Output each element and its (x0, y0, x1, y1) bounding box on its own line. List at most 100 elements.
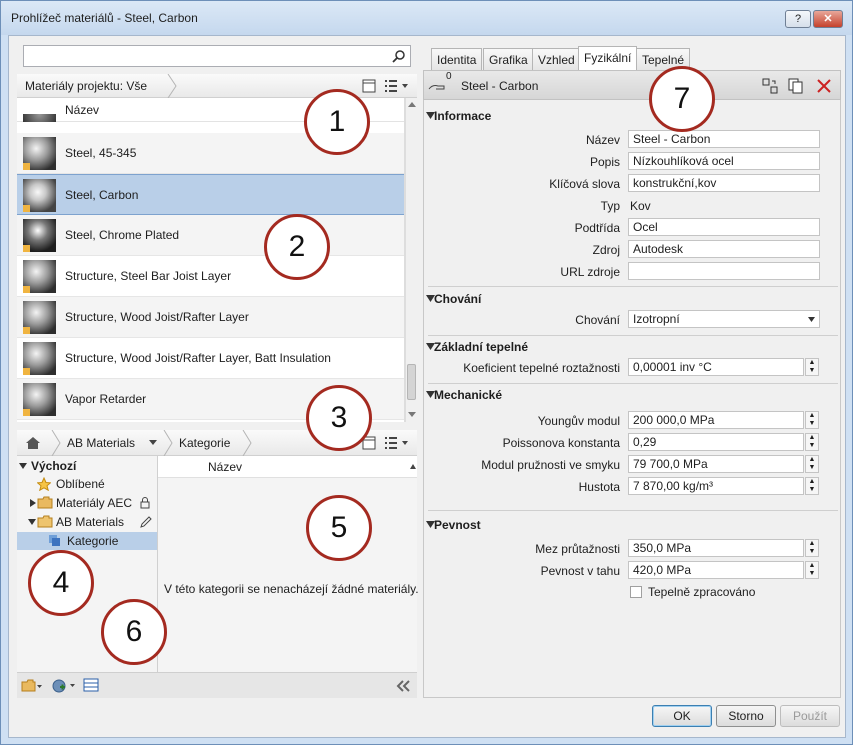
expand-arrow-icon[interactable] (28, 519, 36, 525)
tab-physical[interactable]: Fyzikální (578, 46, 638, 71)
keywords-field[interactable]: konstrukční,kov (628, 174, 820, 192)
library-badge-icon (23, 286, 30, 293)
scroll-up-icon[interactable] (408, 101, 416, 107)
tab-identity[interactable]: Identita (431, 48, 483, 70)
folder-open-icon (37, 515, 53, 528)
project-materials-dropdown[interactable]: Materiály projektu: Vše (25, 79, 147, 93)
tree-item-category[interactable]: Kategorie (67, 534, 118, 548)
section-divider (428, 510, 838, 511)
list-item[interactable]: Structure, Steel Bar Joist Layer (17, 256, 404, 297)
view-options-icon[interactable] (384, 436, 410, 450)
list-item-selected[interactable]: Steel, Carbon (17, 174, 404, 215)
category-contents: Název V této kategorii se nenacházejí žá… (158, 456, 419, 672)
poisson-ratio-stepper[interactable]: ▲ ▼ (805, 433, 819, 451)
pencil-icon[interactable] (139, 515, 153, 529)
tree-item-aec-materials[interactable]: Materiály AEC (56, 496, 132, 510)
close-window-button[interactable]: ✕ (813, 10, 843, 28)
section-divider (428, 335, 838, 336)
expand-arrow-icon[interactable] (19, 463, 27, 469)
section-title-behavior[interactable]: Chování (434, 292, 481, 306)
material-name: Steel, 45-345 (65, 146, 137, 160)
density-stepper[interactable]: ▲ ▼ (805, 477, 819, 495)
material-thumbnail (23, 301, 56, 334)
duplicate-asset-icon[interactable] (788, 78, 804, 94)
editor-toggle-icon[interactable] (83, 678, 99, 692)
breadcrumb-ab-materials[interactable]: AB Materials (67, 436, 135, 450)
shear-modulus-field[interactable]: 79 700,0 MPa (628, 455, 804, 473)
breadcrumb-separator-icon (242, 430, 252, 456)
library-footer-toolbar (17, 672, 417, 698)
subclass-field[interactable]: Ocel (628, 218, 820, 236)
collapse-arrow-icon[interactable] (30, 499, 36, 507)
source-url-field[interactable] (628, 262, 820, 280)
ok-button[interactable]: OK (652, 705, 712, 727)
callout-4: 4 (28, 550, 94, 616)
cancel-button[interactable]: Storno (716, 705, 776, 727)
material-thumbnail (23, 383, 56, 416)
view-options-icon[interactable] (384, 79, 410, 93)
list-item[interactable]: Steel, Chrome Plated (17, 215, 404, 256)
library-badge-icon (23, 163, 30, 170)
chevron-down-icon[interactable] (808, 317, 815, 322)
yield-strength-field[interactable]: 350,0 MPa (628, 539, 804, 557)
panel-toggle-icon[interactable] (362, 79, 376, 93)
section-title-strength[interactable]: Pevnost (434, 518, 481, 532)
heat-treated-checkbox[interactable] (630, 586, 642, 598)
sort-arrow-icon (410, 464, 416, 469)
thermal-expansion-stepper[interactable]: ▲ ▼ (805, 358, 819, 376)
title-bar[interactable]: Prohlížeč materiálů - Steel, Carbon ? ✕ (1, 1, 852, 35)
help-button[interactable]: ? (785, 10, 811, 28)
search-icon[interactable] (392, 49, 406, 63)
tensile-strength-field[interactable]: 420,0 MPa (628, 561, 804, 579)
label-poisson-ratio: Poissonova konstanta (502, 436, 620, 450)
label-youngs-modulus: Youngův modul (537, 414, 620, 428)
youngs-modulus-stepper[interactable]: ▲ ▼ (805, 411, 819, 429)
scrollbar-thumb[interactable] (407, 364, 416, 400)
search-input[interactable] (23, 45, 411, 67)
library-badge-icon (23, 245, 30, 252)
type-value: Kov (630, 199, 651, 213)
chevron-down-icon[interactable] (149, 440, 157, 446)
delete-asset-icon[interactable] (816, 78, 832, 94)
tree-item-ab-materials[interactable]: AB Materials (56, 515, 124, 529)
yield-strength-stepper[interactable]: ▲ ▼ (805, 539, 819, 557)
window-title: Prohlížeč materiálů - Steel, Carbon (11, 11, 198, 25)
column-header-name[interactable]: Název (65, 103, 99, 117)
label-name: Název (585, 133, 620, 147)
material-name: Structure, Wood Joist/Rafter Layer, Batt… (65, 351, 331, 365)
behavior-select[interactable]: Izotropní (628, 310, 820, 328)
list-item[interactable]: Structure, Wood Joist/Rafter Layer, Batt… (17, 338, 404, 379)
collapse-panel-icon[interactable] (395, 680, 411, 692)
list-item[interactable]: Structure, Wood Joist/Rafter Layer (17, 297, 404, 338)
scroll-down-icon[interactable] (408, 412, 416, 418)
replace-asset-icon[interactable] (762, 78, 778, 94)
category-list-header: Název (158, 456, 417, 478)
poisson-ratio-field[interactable]: 0,29 (628, 433, 804, 451)
shear-modulus-stepper[interactable]: ▲ ▼ (805, 455, 819, 473)
tab-graphics[interactable]: Grafika (483, 48, 534, 70)
source-field[interactable]: Autodesk (628, 240, 820, 258)
tree-root-default[interactable]: Výchozí (31, 459, 76, 473)
column-header-name[interactable]: Název (208, 460, 242, 474)
section-title-thermal[interactable]: Základní tepelné (434, 340, 528, 354)
thermal-expansion-field[interactable]: 0,00001 inv °C (628, 358, 804, 376)
callout-5: 5 (306, 495, 372, 561)
tree-item-favorites[interactable]: Oblíbené (56, 477, 105, 491)
name-field[interactable]: Steel - Carbon (628, 130, 820, 148)
label-source-url: URL zdroje (560, 265, 620, 279)
callout-1: 1 (304, 89, 370, 155)
tab-appearance[interactable]: Vzhled (532, 48, 581, 70)
library-menu-icon[interactable] (21, 679, 43, 693)
description-field[interactable]: Nízkouhlíková ocel (628, 152, 820, 170)
apply-button[interactable]: Použít (780, 705, 840, 727)
home-icon[interactable] (25, 436, 41, 450)
breadcrumb-category[interactable]: Kategorie (179, 436, 230, 450)
material-name: Steel, Carbon (65, 188, 139, 202)
section-title-mechanical[interactable]: Mechanické (434, 388, 502, 402)
youngs-modulus-field[interactable]: 200 000,0 MPa (628, 411, 804, 429)
list-scrollbar[interactable] (405, 98, 417, 422)
create-material-icon[interactable] (51, 678, 77, 694)
tensile-strength-stepper[interactable]: ▲ ▼ (805, 561, 819, 579)
section-title-info[interactable]: Informace (434, 109, 491, 123)
density-field[interactable]: 7 870,00 kg/m³ (628, 477, 804, 495)
